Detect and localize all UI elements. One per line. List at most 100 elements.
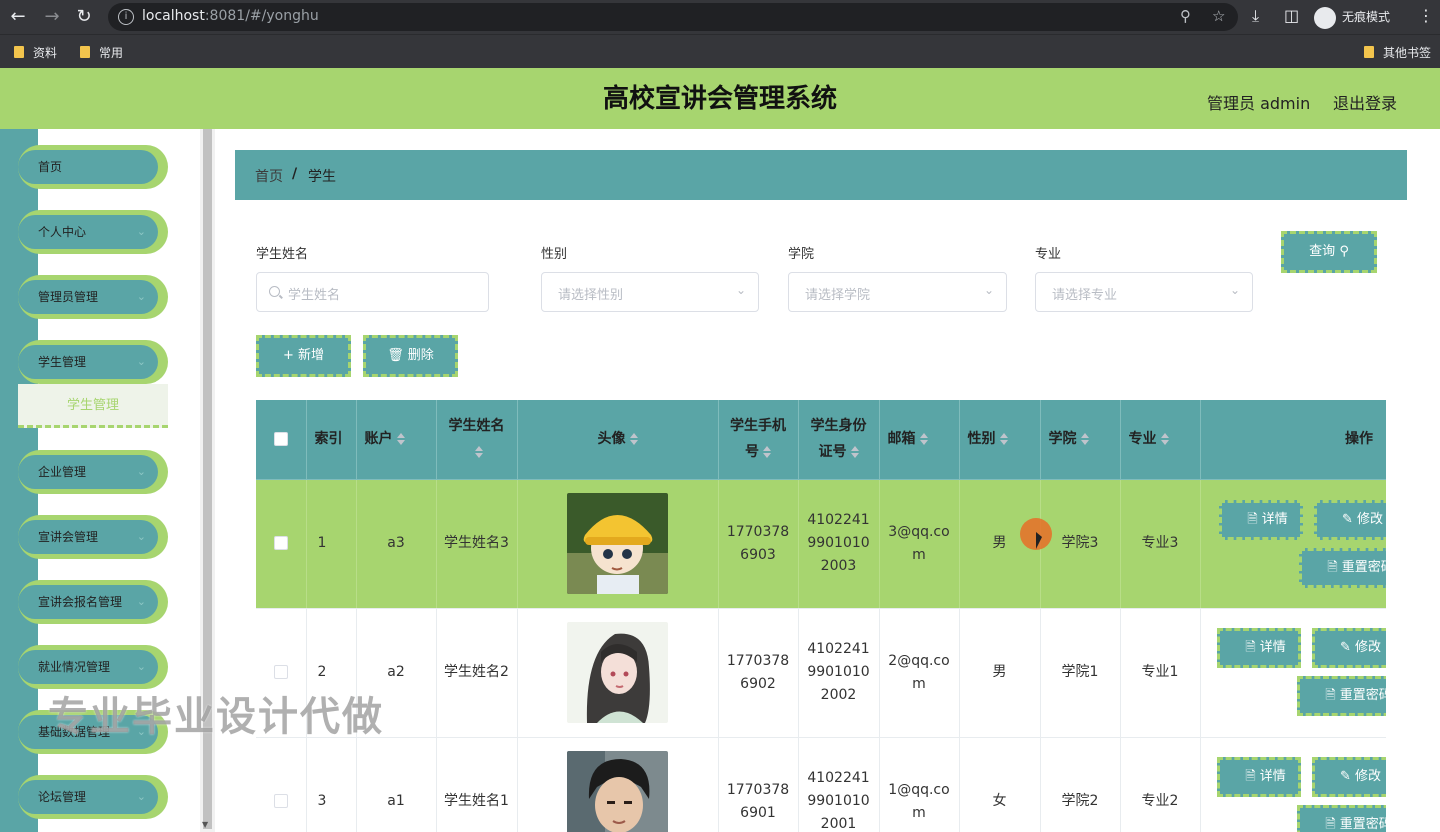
sidepanel-icon[interactable]: ◫ <box>1284 6 1299 25</box>
document-icon: 🗎 <box>1247 511 1262 527</box>
breadcrumb-home[interactable]: 首页 <box>255 166 283 186</box>
key-icon[interactable]: ⚲ <box>1180 7 1191 25</box>
browser-toolbar: ← → ↻ i localhost:8081/#/yonghu ⚲ ☆ ⤓ ◫ … <box>0 0 1440 34</box>
chevron-down-icon: ⌄ <box>136 225 146 238</box>
edit-button[interactable]: ✎ 修改 <box>1311 627 1386 668</box>
cell-email: 2@qq.com <box>879 608 960 738</box>
major-select[interactable]: 请选择专业 ⌄ <box>1035 272 1253 312</box>
college-select[interactable]: 请选择学院 ⌄ <box>788 272 1007 312</box>
table-row[interactable]: 1 a3 学生姓名3 17703786903 410224199010102003 3@q… <box>256 479 1386 609</box>
reload-icon[interactable]: ↻ <box>72 5 96 29</box>
cell-college: 学院1 <box>1040 608 1121 738</box>
sort-icon[interactable] <box>919 432 928 446</box>
add-button[interactable]: + 新增 <box>256 335 351 377</box>
chevron-down-icon: ⌄ <box>136 660 146 673</box>
sort-icon[interactable] <box>999 432 1008 446</box>
col-email[interactable]: 邮箱 <box>879 400 960 480</box>
student-table: 索引 账户 学生姓名 头像 学生手机号 学生身份证号 邮箱 性别 学院 专业 操… <box>256 400 1386 832</box>
col-major[interactable]: 专业 <box>1120 400 1201 480</box>
bookmark-folder[interactable]: 常用 <box>80 44 123 61</box>
detail-button[interactable]: 🗎 详情 <box>1218 499 1303 540</box>
select-all-header <box>256 400 307 480</box>
sidebar-item-student[interactable]: 学生管理 ⌄ <box>18 340 168 384</box>
cell-email: 3@qq.com <box>879 479 960 609</box>
bookmark-folder[interactable]: 资料 <box>14 44 57 61</box>
sidebar-item-company[interactable]: 企业管理 ⌄ <box>18 450 168 494</box>
name-search-input[interactable]: 学生姓名 <box>256 272 489 312</box>
pencil-icon: ✎ <box>1339 768 1355 784</box>
star-icon[interactable]: ☆ <box>1212 7 1225 25</box>
reset-password-button[interactable]: 🗎 重置密码 <box>1298 547 1386 588</box>
sidebar-item-employment[interactable]: 就业情况管理 ⌄ <box>18 645 168 689</box>
mouse-cursor-icon <box>1036 532 1042 549</box>
cell-major: 专业2 <box>1120 737 1201 832</box>
chevron-down-icon: ⌄ <box>136 465 146 478</box>
app-header: 高校宣讲会管理系统 管理员 admin 退出登录 <box>0 68 1440 129</box>
edit-button[interactable]: ✎ 修改 <box>1313 499 1386 540</box>
document-icon: 🗎 <box>1245 768 1260 784</box>
detail-button[interactable]: 🗎 详情 <box>1216 756 1301 797</box>
sort-icon[interactable] <box>1080 432 1089 446</box>
name-label: 学生姓名 <box>256 247 309 262</box>
cell-gender: 男 <box>959 608 1041 738</box>
gender-label: 性别 <box>541 247 568 262</box>
sort-icon[interactable] <box>1160 432 1169 446</box>
select-all-checkbox[interactable] <box>273 432 288 447</box>
row-checkbox[interactable] <box>273 536 288 550</box>
sidebar-item-home[interactable]: 首页 <box>18 145 168 189</box>
sidebar-item-talk[interactable]: 宣讲会管理 ⌄ <box>18 515 168 559</box>
download-icon[interactable]: ⤓ <box>1252 6 1259 26</box>
cell-name: 学生姓名3 <box>436 479 518 609</box>
reset-password-button[interactable]: 🗎 重置密码 <box>1296 675 1386 716</box>
sort-icon[interactable] <box>474 445 483 459</box>
col-name[interactable]: 学生姓名 <box>436 400 518 480</box>
col-idcard[interactable]: 学生身份证号 <box>798 400 880 480</box>
cell-account: a1 <box>356 737 437 832</box>
sort-icon[interactable] <box>396 432 405 446</box>
table-header-row: 索引 账户 学生姓名 头像 学生手机号 学生身份证号 邮箱 性别 学院 专业 操… <box>256 400 1386 480</box>
chevron-down-icon: ⌄ <box>136 790 146 803</box>
cell-email: 1@qq.com <box>879 737 960 832</box>
reset-password-button[interactable]: 🗎 重置密码 <box>1296 804 1386 832</box>
scroll-down-icon[interactable]: ▼ <box>202 820 208 829</box>
col-avatar[interactable]: 头像 <box>517 400 719 480</box>
table-row[interactable]: 2 a2 学生姓名2 17703786902 410224199010102002 2@q… <box>256 608 1386 738</box>
sidebar-item-admin[interactable]: 管理员管理 ⌄ <box>18 275 168 319</box>
sidebar-item-label: 个人中心 ⌄ <box>18 215 158 249</box>
logout-link[interactable]: 退出登录 <box>1333 90 1397 114</box>
query-button[interactable]: 查询 ⚲ <box>1281 231 1377 273</box>
other-bookmarks[interactable]: 其他书签 <box>1364 44 1431 61</box>
menu-icon[interactable]: ⋮ <box>1418 6 1434 25</box>
row-checkbox[interactable] <box>273 665 288 679</box>
sidebar-item-talk-signup[interactable]: 宣讲会报名管理 ⌄ <box>18 580 168 624</box>
back-icon[interactable]: ← <box>6 5 30 29</box>
breadcrumb-separator: / <box>292 166 298 182</box>
sort-icon[interactable] <box>763 445 771 459</box>
sidebar-item-forum[interactable]: 论坛管理 ⌄ <box>18 775 168 819</box>
sort-icon[interactable] <box>629 432 638 446</box>
sidebar-item-label: 企业管理 ⌄ <box>18 455 158 489</box>
folder-icon <box>14 46 24 58</box>
row-checkbox[interactable] <box>273 794 288 808</box>
search-icon: ⚲ <box>1339 244 1349 259</box>
sidebar-item-profile[interactable]: 个人中心 ⌄ <box>18 210 168 254</box>
address-bar[interactable]: i localhost:8081/#/yonghu ⚲ ☆ <box>108 3 1238 31</box>
sidebar-subitem-student-manage[interactable]: 学生管理 <box>18 384 168 428</box>
col-gender[interactable]: 性别 <box>959 400 1041 480</box>
table-row[interactable]: 3 a1 学生姓名1 17703786901 410224199010102001 1@q… <box>256 737 1386 832</box>
breadcrumb: 首页 / 学生 <box>235 150 1407 200</box>
gender-select[interactable]: 请选择性别 ⌄ <box>541 272 759 312</box>
document-icon: 🗎 <box>1245 639 1260 655</box>
site-info-icon[interactable]: i <box>118 9 134 25</box>
col-account[interactable]: 账户 <box>356 400 437 480</box>
edit-button[interactable]: ✎ 修改 <box>1311 756 1386 797</box>
sort-icon[interactable] <box>850 445 859 459</box>
delete-button[interactable]: 🗑 删除 <box>363 335 458 377</box>
forward-icon[interactable]: → <box>40 5 64 29</box>
col-phone[interactable]: 学生手机号 <box>718 400 799 480</box>
detail-button[interactable]: 🗎 详情 <box>1216 627 1301 668</box>
search-icon <box>269 286 280 297</box>
chevron-down-icon: ⌄ <box>136 595 146 608</box>
incognito-indicator[interactable]: 无痕模式 <box>1314 5 1390 29</box>
col-college[interactable]: 学院 <box>1040 400 1121 480</box>
